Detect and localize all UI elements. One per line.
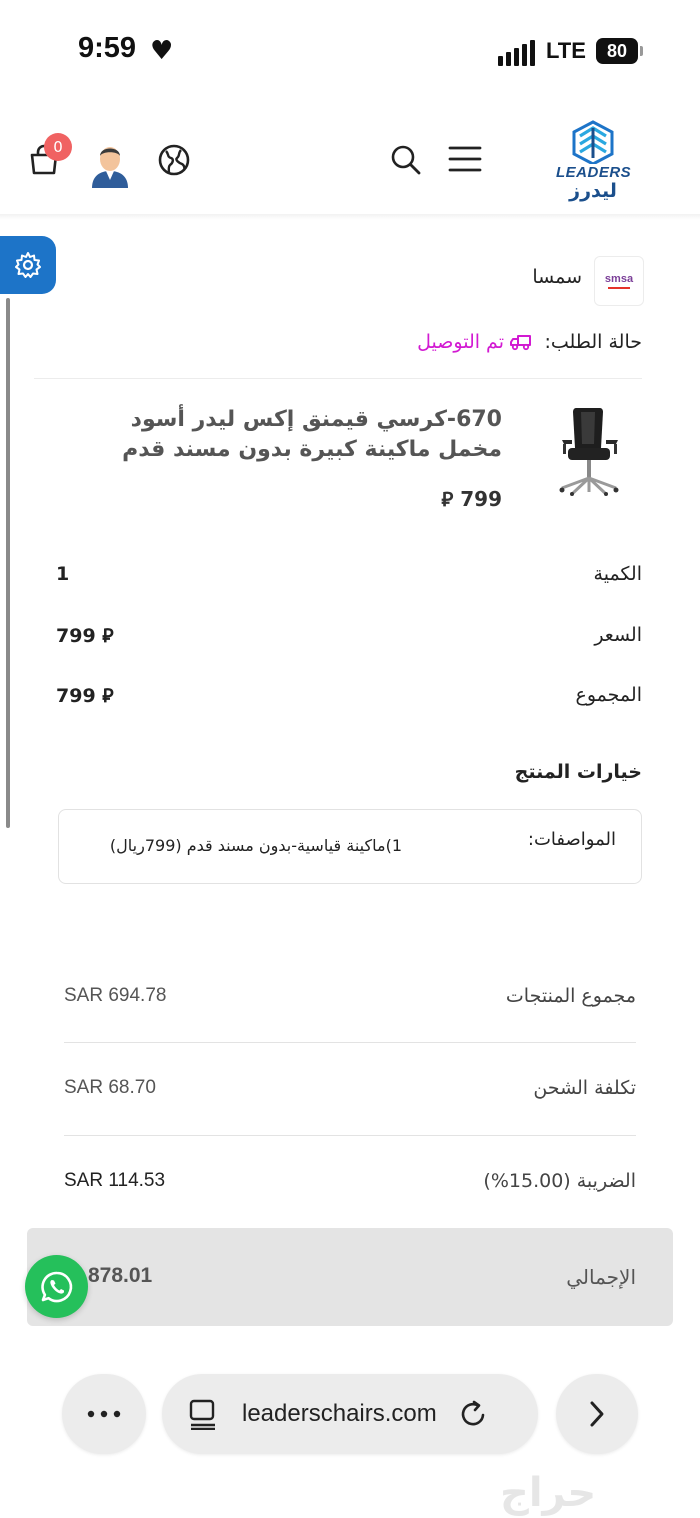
product-price: 799 ⃁ [441,487,502,511]
carrier-logo: smsa [594,256,644,306]
carrier-logo-text: smsa [604,273,634,285]
shipping-cost-value: SAR 68.70 [64,1077,156,1098]
hamburger-icon [448,146,482,172]
logo-mark-icon [572,120,614,164]
battery-tip [640,46,643,56]
product-title[interactable]: 670-كرسي قيمنق إكس ليدر أسود مخمل ماكينة… [82,405,502,465]
heart-icon: ♥ [150,36,174,66]
product-options-title: خيارات المنتج [514,761,642,783]
page-scrollbar[interactable] [6,298,10,828]
more-dots-icon [87,1410,121,1418]
grand-total-value: 878.01 [88,1264,153,1287]
account-button[interactable] [88,140,132,188]
search-button[interactable] [388,142,424,178]
tax-label: الضريبة (15.00%) [483,1170,636,1192]
cart-count-badge: 0 [44,133,72,161]
quantity-value: 1 [56,563,70,585]
totals-divider [64,1042,636,1043]
globe-icon [158,144,190,176]
carrier-name: سمسا [532,266,582,288]
price-label: السعر [594,624,642,646]
specs-label: المواصفات: [527,829,616,850]
forward-button[interactable] [556,1374,638,1454]
logo-text-ar: ليدرز [569,180,617,202]
more-options-button[interactable] [62,1374,146,1454]
settings-tab[interactable] [0,236,56,294]
search-icon [391,145,421,175]
order-status-label: حالة الطلب: [544,331,642,353]
status-time: 9:59 [78,32,137,64]
delivery-truck-icon [510,335,531,351]
shipping-cost-label: تكلفة الشحن [533,1077,636,1099]
section-divider [34,378,642,379]
header-shadow [0,214,700,220]
order-status-value: تم التوصيل [417,331,532,353]
language-button[interactable] [156,142,192,178]
totals-divider [64,1135,636,1136]
subtotal-value: 799 ⃁ [56,685,114,707]
user-avatar-icon [92,147,128,188]
menu-button[interactable] [446,142,484,176]
address-bar[interactable]: leaderschairs.com [162,1374,538,1454]
specs-value: 1)ماكينة قياسية-بدون مسند قدم (799ريال) [109,836,402,855]
subtotal-label: المجموع [575,684,642,706]
url-text[interactable]: leaderschairs.com [242,1400,437,1428]
whatsapp-button[interactable] [25,1255,88,1318]
products-total-value: SAR 694.78 [64,985,167,1006]
reader-mode-icon[interactable] [188,1398,218,1430]
product-image[interactable] [554,404,628,496]
gear-icon [15,252,41,278]
quantity-label: الكمية [593,563,642,585]
chevron-right-icon [590,1401,604,1427]
battery-icon: 80 [596,38,638,64]
reload-icon[interactable] [459,1399,489,1429]
network-label: LTE [546,38,586,63]
logo-text-en: LEADERS [556,164,632,181]
products-total-label: مجموع المنتجات [505,985,636,1007]
gaming-chair-icon [559,408,619,496]
signal-icon [498,40,535,66]
carrier-logo-underline [608,287,630,289]
order-status-text: تم التوصيل [417,331,504,353]
grand-total-label: الإجمالي [566,1265,636,1289]
haraj-watermark: حراج [500,1470,597,1516]
price-value: 799 ⃁ [56,625,114,647]
whatsapp-icon [40,1271,72,1302]
tax-value: SAR 114.53 [64,1170,166,1191]
